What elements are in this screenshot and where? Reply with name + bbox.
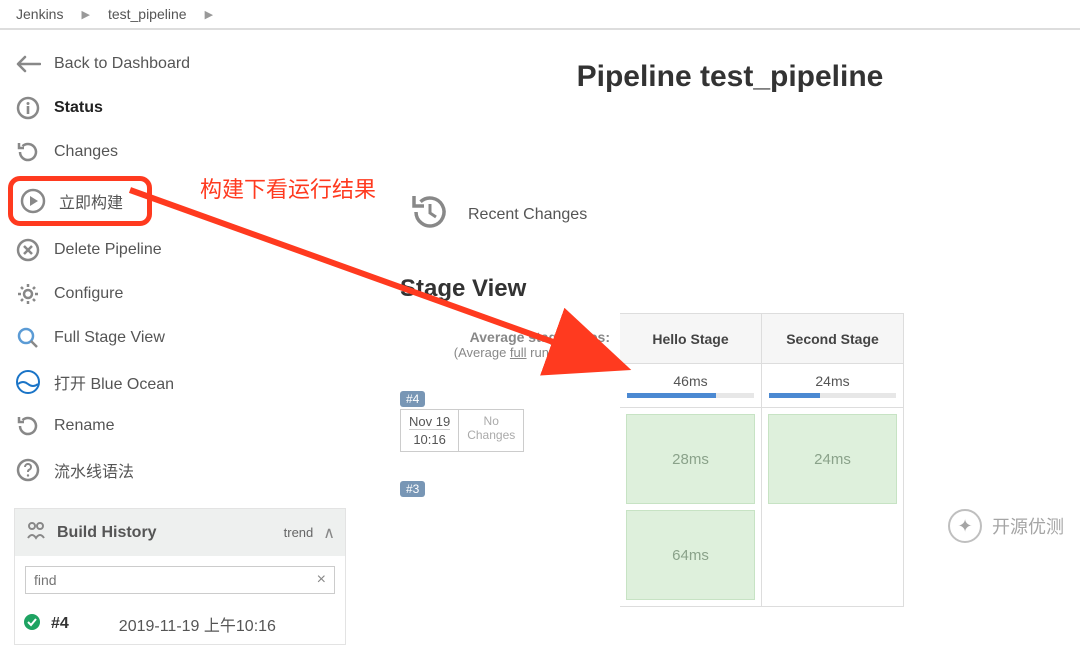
build-history-header: Build History trend ∧ bbox=[15, 509, 345, 556]
build-date: 2019-11-19 上午10:16 bbox=[119, 612, 276, 636]
sidebar-item-label: 打开 Blue Ocean bbox=[54, 370, 174, 394]
stage-cell[interactable]: 64ms bbox=[626, 510, 755, 600]
success-icon bbox=[23, 613, 41, 636]
stage-column: Hello Stage 46ms 28ms 64ms bbox=[620, 313, 762, 607]
build-number: #4 bbox=[51, 615, 69, 633]
stage-cell[interactable]: 24ms bbox=[768, 414, 897, 504]
sidebar-item-label: Full Stage View bbox=[54, 329, 165, 347]
stage-column: Second Stage 24ms 24ms bbox=[762, 313, 904, 607]
breadcrumb-item[interactable]: test_pipeline bbox=[108, 6, 187, 22]
info-icon bbox=[14, 94, 42, 122]
stage-average: 46ms bbox=[620, 364, 761, 408]
chevron-right-icon: ▶ bbox=[81, 8, 89, 21]
search-icon bbox=[14, 324, 42, 352]
wechat-icon: ✦ bbox=[948, 509, 982, 543]
trend-link[interactable]: trend bbox=[284, 525, 314, 540]
builds-icon bbox=[25, 519, 47, 546]
sidebar-item-changes[interactable]: Changes bbox=[8, 130, 352, 174]
chevron-right-icon: ▶ bbox=[205, 8, 213, 21]
breadcrumb-item[interactable]: Jenkins bbox=[16, 6, 63, 22]
stage-view-table: Average stage times: (Average full run t… bbox=[400, 313, 1060, 607]
page-title: Pipeline test_pipeline bbox=[400, 60, 1060, 94]
build-history-search: × bbox=[25, 566, 335, 594]
sidebar-item-full-stage-view[interactable]: Full Stage View bbox=[8, 316, 352, 360]
stage-header: Hello Stage bbox=[620, 314, 761, 364]
delete-icon bbox=[14, 236, 42, 264]
sidebar-item-configure[interactable]: Configure bbox=[8, 272, 352, 316]
main-content: Pipeline test_pipeline Recent Changes St… bbox=[360, 30, 1080, 555]
help-icon bbox=[14, 456, 42, 484]
sidebar: Back to Dashboard Status Changes 立即构建 De… bbox=[0, 30, 360, 555]
build-badge: #4 bbox=[400, 391, 425, 407]
sidebar-item-status[interactable]: Status bbox=[8, 86, 352, 130]
chevron-up-icon[interactable]: ∧ bbox=[323, 523, 335, 543]
sidebar-item-label: 立即构建 bbox=[59, 189, 123, 213]
blue-ocean-icon bbox=[14, 368, 42, 396]
build-history-title: Build History bbox=[57, 524, 274, 542]
play-circle-icon bbox=[19, 187, 47, 215]
run-header[interactable]: #3 bbox=[400, 475, 620, 565]
stage-average: 24ms bbox=[762, 364, 903, 408]
sidebar-item-label: Rename bbox=[54, 417, 114, 435]
sidebar-item-label: Changes bbox=[54, 143, 118, 161]
sidebar-item-blue-ocean[interactable]: 打开 Blue Ocean bbox=[8, 360, 352, 404]
sidebar-item-label: Delete Pipeline bbox=[54, 241, 162, 259]
sidebar-item-rename[interactable]: Rename bbox=[8, 404, 352, 448]
build-history-panel: Build History trend ∧ × #4 2019-11-19 上午… bbox=[14, 508, 346, 645]
sidebar-item-pipeline-syntax[interactable]: 流水线语法 bbox=[8, 448, 352, 492]
sidebar-item-label: Status bbox=[54, 99, 103, 117]
recent-changes-link[interactable]: Recent Changes bbox=[468, 206, 587, 224]
watermark: ✦ 开源优测 bbox=[948, 509, 1064, 543]
stage-cell[interactable]: 28ms bbox=[626, 414, 755, 504]
gear-icon bbox=[14, 280, 42, 308]
arrow-left-icon bbox=[14, 50, 42, 78]
sidebar-item-label: 流水线语法 bbox=[54, 458, 134, 482]
stage-view-title: Stage View bbox=[400, 275, 1060, 303]
build-badge: #3 bbox=[400, 481, 425, 497]
annotation-highlight: 立即构建 bbox=[8, 176, 152, 226]
sidebar-item-label: Back to Dashboard bbox=[54, 55, 190, 73]
history-icon bbox=[14, 138, 42, 166]
run-header[interactable]: #4 Nov 1910:16 No Changes bbox=[400, 385, 620, 475]
average-stage-times: Average stage times: (Average full run t… bbox=[400, 313, 620, 385]
breadcrumb: Jenkins ▶ test_pipeline ▶ bbox=[0, 0, 1080, 30]
annotation-text: 构建下看运行结果 bbox=[200, 172, 376, 204]
search-input[interactable] bbox=[34, 572, 317, 588]
build-history-row[interactable]: #4 2019-11-19 上午10:16 bbox=[15, 604, 345, 644]
back-to-dashboard[interactable]: Back to Dashboard bbox=[8, 42, 352, 86]
clear-icon[interactable]: × bbox=[317, 571, 326, 589]
sidebar-item-delete-pipeline[interactable]: Delete Pipeline bbox=[8, 228, 352, 272]
sidebar-item-build-now[interactable]: 立即构建 bbox=[13, 181, 147, 221]
recent-changes-section: Recent Changes bbox=[408, 190, 1060, 239]
history-icon bbox=[408, 190, 452, 239]
sidebar-item-label: Configure bbox=[54, 285, 123, 303]
history-icon bbox=[14, 412, 42, 440]
stage-header: Second Stage bbox=[762, 314, 903, 364]
